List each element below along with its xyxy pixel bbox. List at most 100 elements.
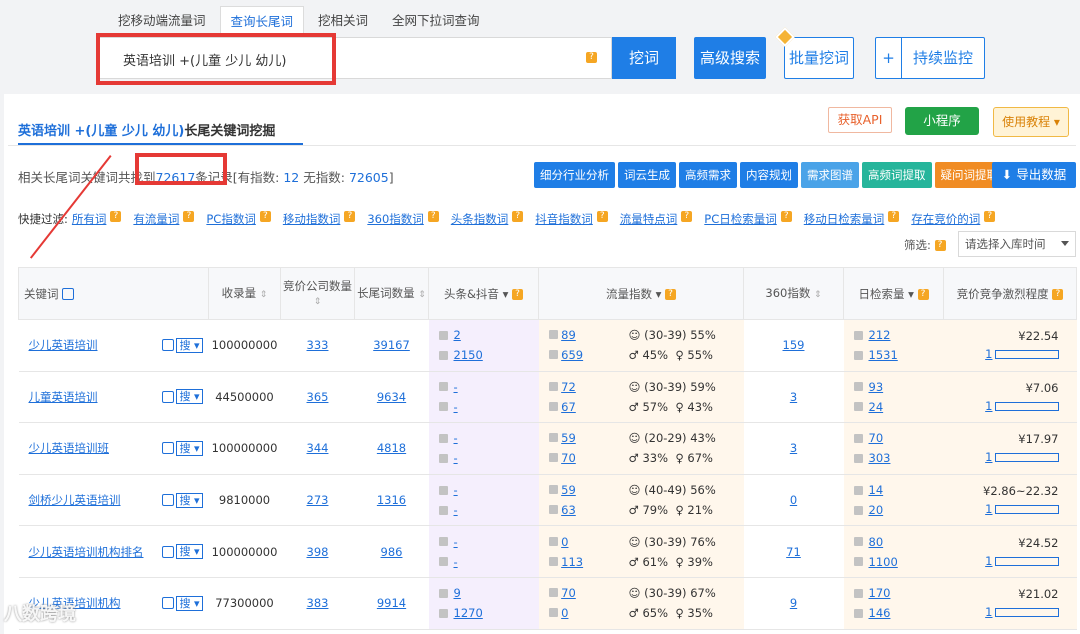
bid-count[interactable]: 383 [307, 596, 329, 610]
toutiao-value[interactable]: - [454, 380, 458, 394]
search-dropdown[interactable]: 搜 ▾ [176, 389, 203, 405]
col-longtail[interactable]: 长尾词数量 ⇕ [354, 267, 429, 320]
bid-count[interactable]: 333 [307, 338, 329, 352]
mobile-flow[interactable]: 659 [561, 348, 583, 362]
competition-level[interactable]: 1 [985, 450, 992, 464]
mobile-flow[interactable]: 0 [561, 606, 568, 620]
search-dropdown[interactable]: 搜 ▾ [176, 595, 203, 611]
filter-flow[interactable]: 流量特点词 [620, 211, 678, 227]
mobile-flow[interactable]: 113 [561, 555, 583, 569]
pc-daily[interactable]: 14 [869, 483, 884, 497]
competition-level[interactable]: 1 [985, 554, 992, 568]
bid-count[interactable]: 365 [307, 390, 329, 404]
index-360[interactable]: 3 [790, 441, 797, 455]
index-360[interactable]: 0 [790, 493, 797, 507]
pc-daily[interactable]: 80 [869, 535, 884, 549]
bid-count[interactable]: 273 [307, 493, 329, 507]
pc-daily[interactable]: 93 [869, 380, 884, 394]
competition-level[interactable]: 1 [985, 502, 992, 516]
toutiao-value[interactable]: 2 [454, 328, 461, 342]
tab-mobile[interactable]: 挖移动端流量词 [108, 6, 216, 36]
bid-count[interactable]: 344 [307, 441, 329, 455]
index-360[interactable]: 71 [786, 545, 801, 559]
keyword-link[interactable]: 剑桥少儿英语培训 [24, 492, 121, 508]
index-360[interactable]: 9 [790, 596, 797, 610]
filter-pc-daily[interactable]: PC日检索量词 [704, 211, 776, 227]
copy-icon[interactable] [162, 339, 175, 352]
pc-daily[interactable]: 70 [869, 431, 884, 445]
competition-level[interactable]: 1 [985, 399, 992, 413]
help-icon[interactable]: ? [586, 52, 597, 63]
copy-icon[interactable] [162, 442, 175, 455]
competition-level[interactable]: 1 [985, 605, 992, 619]
copy-icon[interactable] [162, 545, 175, 558]
search-dropdown[interactable]: 搜 ▾ [176, 440, 203, 456]
industry-analysis-button[interactable]: 细分行业分析 [534, 162, 615, 188]
high-freq-extract-button[interactable]: 高频词提取 [862, 162, 932, 188]
col-daily-search[interactable]: 日检索量 ▾ ? [843, 267, 944, 320]
mini-program-button[interactable]: 小程序 [905, 107, 979, 135]
copy-icon[interactable] [162, 494, 175, 507]
copy-icon[interactable] [162, 390, 175, 403]
export-button[interactable]: ⬇ 导出数据 [992, 162, 1076, 188]
pc-flow[interactable]: 72 [561, 380, 576, 394]
pc-flow[interactable]: 0 [561, 535, 568, 549]
pc-flow[interactable]: 59 [561, 431, 576, 445]
search-dropdown[interactable]: 搜 ▾ [176, 544, 203, 560]
pc-daily[interactable]: 212 [869, 328, 891, 342]
keyword-link[interactable]: 少儿英语培训班 [24, 440, 110, 456]
douyin-value[interactable]: - [454, 400, 458, 414]
pc-flow[interactable]: 89 [561, 328, 576, 342]
toutiao-value[interactable]: - [454, 535, 458, 549]
mobile-flow[interactable]: 63 [561, 503, 576, 517]
keyword-link[interactable]: 少儿英语培训机构排名 [24, 544, 144, 560]
longtail-count[interactable]: 9914 [377, 596, 406, 610]
search-dropdown[interactable]: 搜 ▾ [176, 337, 203, 353]
filter-traffic[interactable]: 有流量词 [133, 211, 179, 227]
demand-graph-button[interactable]: 需求图谱 [801, 162, 859, 188]
bid-count[interactable]: 398 [307, 545, 329, 559]
keyword-link[interactable]: 少儿英语培训 [24, 337, 98, 353]
tab-dropdown[interactable]: 全网下拉词查询 [382, 6, 490, 36]
toutiao-value[interactable]: - [454, 483, 458, 497]
col-toutiao-douyin[interactable]: 头条&抖音 ▾ ? [428, 267, 539, 320]
longtail-count[interactable]: 9634 [377, 390, 406, 404]
monitor-button[interactable]: + 持续监控 [875, 37, 985, 79]
col-360-index[interactable]: 360指数 ⇕ [743, 267, 844, 320]
word-cloud-button[interactable]: 词云生成 [618, 162, 676, 188]
index-360[interactable]: 159 [783, 338, 805, 352]
longtail-count[interactable]: 39167 [373, 338, 410, 352]
advanced-search-button[interactable]: 高级搜索 [694, 37, 766, 79]
douyin-value[interactable]: 1270 [454, 606, 483, 620]
copy-icon[interactable] [162, 597, 175, 610]
douyin-value[interactable]: 2150 [454, 348, 483, 362]
mobile-flow[interactable]: 70 [561, 451, 576, 465]
mobile-daily[interactable]: 20 [869, 503, 884, 517]
pc-daily[interactable]: 170 [869, 586, 891, 600]
get-api-button[interactable]: 获取API [828, 107, 892, 133]
longtail-count[interactable]: 1316 [377, 493, 406, 507]
mobile-daily[interactable]: 1100 [869, 555, 898, 569]
tutorial-button[interactable]: 使用教程 ▾ [993, 107, 1069, 137]
tab-longtail[interactable]: 查询长尾词 [219, 6, 305, 36]
batch-dig-button[interactable]: 批量挖词 [784, 37, 854, 79]
competition-level[interactable]: 1 [985, 347, 992, 361]
douyin-value[interactable]: - [454, 555, 458, 569]
mobile-daily[interactable]: 303 [869, 451, 891, 465]
high-freq-demand-button[interactable]: 高频需求 [679, 162, 737, 188]
toutiao-value[interactable]: - [454, 431, 458, 445]
mobile-daily[interactable]: 146 [869, 606, 891, 620]
col-included[interactable]: 收录量 ⇕ [208, 267, 281, 320]
pc-flow[interactable]: 59 [561, 483, 576, 497]
search-dropdown[interactable]: 搜 ▾ [176, 492, 203, 508]
filter-mobile[interactable]: 移动指数词 [283, 211, 341, 227]
mobile-daily[interactable]: 24 [869, 400, 884, 414]
date-select[interactable]: 请选择入库时间 [958, 231, 1076, 257]
filter-bid[interactable]: 存在竞价的词 [911, 211, 980, 227]
mobile-daily[interactable]: 1531 [869, 348, 898, 362]
douyin-value[interactable]: - [454, 451, 458, 465]
filter-mobile-daily[interactable]: 移动日检索量词 [804, 211, 885, 227]
longtail-count[interactable]: 4818 [377, 441, 406, 455]
content-plan-button[interactable]: 内容规划 [740, 162, 798, 188]
pc-flow[interactable]: 70 [561, 586, 576, 600]
